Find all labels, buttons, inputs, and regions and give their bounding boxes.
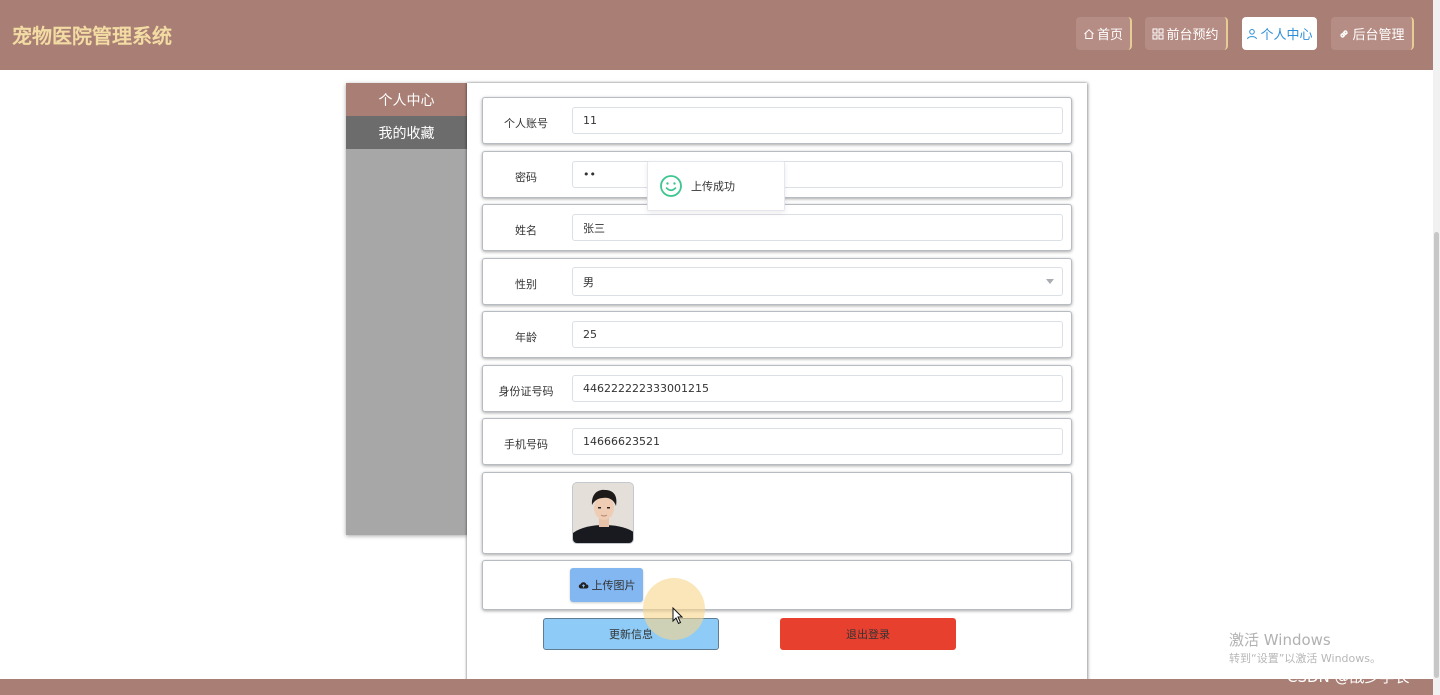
sidebar-item-label: 我的收藏 bbox=[378, 125, 435, 142]
home-icon bbox=[1084, 28, 1094, 39]
upload-image-button[interactable]: 上传图片 bbox=[570, 568, 643, 602]
sidebar-item-personal-center[interactable]: 个人中心 bbox=[346, 83, 467, 116]
sidebar-item-favorites[interactable]: 我的收藏 bbox=[346, 116, 467, 149]
top-header: 宠物医院管理系统 首页 前台预约 个人中心 后台管理 bbox=[0, 0, 1440, 70]
nav-booking-button[interactable]: 前台预约 bbox=[1145, 17, 1228, 50]
id-number-row: 身份证号码 446222222333001215 bbox=[482, 365, 1072, 412]
password-input[interactable]: •• bbox=[572, 161, 1063, 188]
nav-admin-label: 后台管理 bbox=[1352, 28, 1405, 43]
nav-home-label: 首页 bbox=[1096, 28, 1123, 43]
gender-select[interactable]: 男 bbox=[572, 267, 1063, 296]
password-label: 密码 bbox=[515, 171, 537, 184]
nav-home-button[interactable]: 首页 bbox=[1076, 17, 1132, 50]
smile-icon bbox=[660, 175, 682, 197]
app-title: 宠物医院管理系统 bbox=[12, 24, 172, 48]
csdn-watermark: CSDN @战少学长 bbox=[1287, 668, 1410, 686]
account-row: 个人账号 11 bbox=[482, 97, 1072, 144]
success-toast: 上传成功 bbox=[647, 161, 785, 211]
avatar-row bbox=[482, 472, 1072, 554]
phone-label: 手机号码 bbox=[504, 438, 548, 451]
sidebar: 个人中心 我的收藏 bbox=[346, 83, 467, 535]
windows-activation-subtitle: 转到“设置”以激活 Windows。 bbox=[1229, 652, 1381, 665]
name-row: 姓名 张三 bbox=[482, 204, 1072, 251]
page-scrollbar-thumb[interactable] bbox=[1434, 232, 1439, 678]
sidebar-item-label: 个人中心 bbox=[378, 92, 435, 109]
age-label: 年龄 bbox=[515, 331, 537, 344]
nav-personal-center-button[interactable]: 个人中心 bbox=[1242, 17, 1317, 50]
upload-row: 上传图片 bbox=[482, 560, 1072, 610]
id-number-label: 身份证号码 bbox=[498, 385, 554, 398]
gender-row: 性别 男 bbox=[482, 258, 1072, 305]
cloud-upload-icon bbox=[578, 582, 588, 589]
bottom-footer bbox=[0, 679, 1433, 695]
age-input[interactable]: 25 bbox=[572, 321, 1063, 348]
logout-button[interactable]: 退出登录 bbox=[780, 618, 956, 650]
phone-input[interactable]: 14666623521 bbox=[572, 428, 1063, 455]
link-icon bbox=[1340, 29, 1349, 38]
nav-booking-label: 前台预约 bbox=[1166, 28, 1219, 43]
account-label: 个人账号 bbox=[504, 117, 548, 130]
upload-image-label: 上传图片 bbox=[591, 579, 636, 592]
chevron-down-icon bbox=[1046, 279, 1054, 284]
grid-icon bbox=[1152, 28, 1164, 39]
gender-label: 性别 bbox=[515, 278, 537, 291]
toast-message: 上传成功 bbox=[691, 180, 735, 193]
nav-personal-center-label: 个人中心 bbox=[1260, 28, 1313, 43]
phone-row: 手机号码 14666623521 bbox=[482, 418, 1072, 465]
nav-admin-button[interactable]: 后台管理 bbox=[1331, 17, 1414, 50]
id-number-input[interactable]: 446222222333001215 bbox=[572, 375, 1063, 402]
account-input[interactable]: 11 bbox=[572, 107, 1063, 134]
windows-activation-title: 激活 Windows bbox=[1229, 631, 1331, 649]
gender-select-value: 男 bbox=[583, 275, 594, 289]
name-label: 姓名 bbox=[515, 224, 537, 237]
page-scrollbar[interactable] bbox=[1433, 0, 1440, 695]
avatar-image bbox=[572, 482, 634, 544]
age-row: 年龄 25 bbox=[482, 311, 1072, 358]
name-input[interactable]: 张三 bbox=[572, 214, 1063, 241]
mouse-pointer-icon bbox=[672, 607, 684, 625]
user-icon bbox=[1247, 28, 1258, 39]
